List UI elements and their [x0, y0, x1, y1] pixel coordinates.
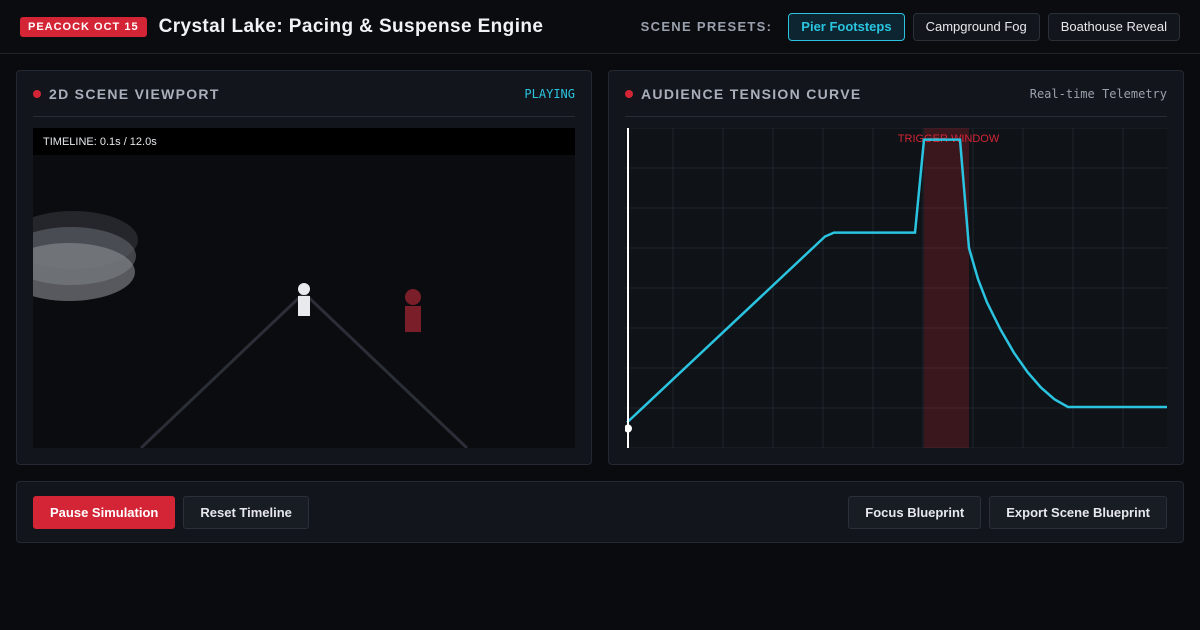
app-title: Crystal Lake: Pacing & Suspense Engine [158, 15, 544, 37]
viewport-panel-title: 2D SCENE VIEWPORT [49, 85, 220, 102]
export-scene-blueprint-button[interactable]: Export Scene Blueprint [989, 495, 1167, 529]
tension-chart[interactable]: TRIGGER WINDOW [625, 128, 1167, 448]
status-dot-icon [33, 89, 41, 98]
scene-viewport-panel: 2D SCENE VIEWPORT PLAYING TIMELINE: 0.1s… [16, 70, 592, 465]
scene-drawing [33, 211, 469, 448]
pause-simulation-button[interactable]: Pause Simulation [33, 495, 176, 529]
timeline-readout: TIMELINE: 0.1s / 12.0s [33, 128, 575, 155]
tension-panel-header: AUDIENCE TENSION CURVE Real-time Telemet… [625, 71, 1167, 117]
top-bar: PEACOCK OCT 15 Crystal Lake: Pacing & Su… [0, 0, 1200, 54]
scene-presets-label: SCENE PRESETS: [640, 19, 773, 34]
status-dot-icon [625, 89, 633, 98]
playback-status: PLAYING [524, 86, 575, 101]
scene-canvas[interactable]: TIMELINE: 0.1s / 12.0s [33, 128, 575, 448]
reset-timeline-button[interactable]: Reset Timeline [183, 495, 309, 529]
release-badge: PEACOCK OCT 15 [20, 16, 147, 37]
tension-panel-title: AUDIENCE TENSION CURVE [641, 85, 862, 102]
tension-curve-panel: AUDIENCE TENSION CURVE Real-time Telemet… [608, 70, 1184, 465]
tension-chart-svg: TRIGGER WINDOW [625, 128, 1167, 448]
preset-campground-fog-button[interactable]: Campground Fog [912, 12, 1040, 41]
focus-blueprint-button[interactable]: Focus Blueprint [848, 495, 982, 529]
fog-bank [33, 211, 138, 301]
telemetry-status: Real-time Telemetry [1029, 86, 1167, 101]
preset-pier-footsteps-button[interactable]: Pier Footsteps [788, 12, 905, 41]
victim-figure[interactable] [298, 283, 310, 316]
control-bar: Pause Simulation Reset Timeline Focus Bl… [16, 481, 1184, 543]
preset-boathouse-reveal-button[interactable]: Boathouse Reveal [1047, 12, 1180, 41]
stalker-figure[interactable] [405, 289, 421, 332]
viewport-panel-header: 2D SCENE VIEWPORT PLAYING [33, 71, 575, 117]
